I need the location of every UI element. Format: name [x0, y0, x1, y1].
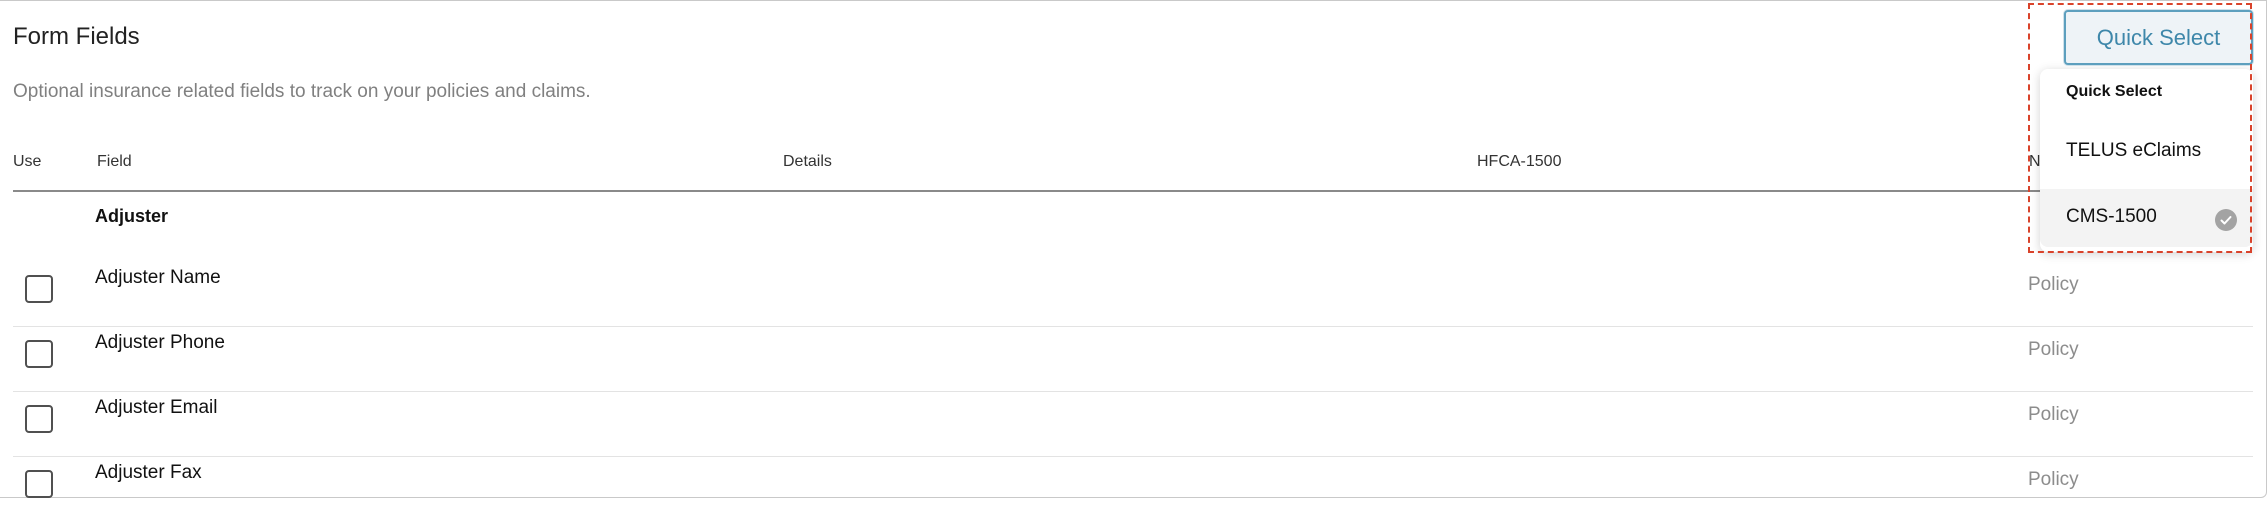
quick-select-button[interactable]: Quick Select — [2064, 10, 2253, 65]
field-name: Adjuster Name — [95, 267, 221, 288]
page-subtitle: Optional insurance related fields to tra… — [13, 81, 591, 102]
field-name: Adjuster Fax — [95, 462, 202, 483]
use-checkbox-adjuster-name[interactable] — [25, 275, 53, 303]
table-row: Adjuster Phone Policy — [13, 326, 2253, 392]
table-row: Adjuster Fax Policy — [13, 456, 2253, 521]
table-row: Adjuster Email Policy — [13, 391, 2253, 457]
field-name: Adjuster Phone — [95, 332, 225, 353]
field-type: Policy — [2028, 404, 2079, 425]
column-header-details: Details — [783, 153, 832, 170]
column-header-partial: N — [2029, 153, 2041, 170]
use-checkbox-adjuster-phone[interactable] — [25, 340, 53, 368]
table-row: Adjuster Name Policy — [13, 261, 2253, 327]
quick-select-option-telus-eclaims[interactable]: TELUS eClaims — [2040, 123, 2253, 181]
form-fields-panel: Form Fields Optional insurance related f… — [0, 0, 2267, 498]
group-label-adjuster: Adjuster — [95, 206, 169, 226]
field-type: Policy — [2028, 339, 2079, 360]
quick-select-option-cms-1500[interactable]: CMS-1500 — [2040, 189, 2253, 247]
page-title: Form Fields — [13, 23, 140, 50]
quick-select-menu: Quick Select TELUS eClaims CMS-1500 — [2040, 69, 2253, 252]
quick-select-menu-header: Quick Select — [2066, 83, 2163, 100]
option-label: TELUS eClaims — [2066, 140, 2202, 161]
use-checkbox-adjuster-fax[interactable] — [25, 470, 53, 498]
field-type: Policy — [2028, 469, 2079, 490]
column-header-hfca-1500: HFCA-1500 — [1477, 153, 1562, 170]
field-name: Adjuster Email — [95, 397, 218, 418]
column-header-field: Field — [97, 153, 132, 170]
column-header-use: Use — [13, 153, 42, 170]
use-checkbox-adjuster-email[interactable] — [25, 405, 53, 433]
check-circle-icon — [2215, 209, 2237, 231]
option-label: CMS-1500 — [2066, 206, 2157, 227]
header-divider — [13, 190, 2253, 192]
field-type: Policy — [2028, 274, 2079, 295]
